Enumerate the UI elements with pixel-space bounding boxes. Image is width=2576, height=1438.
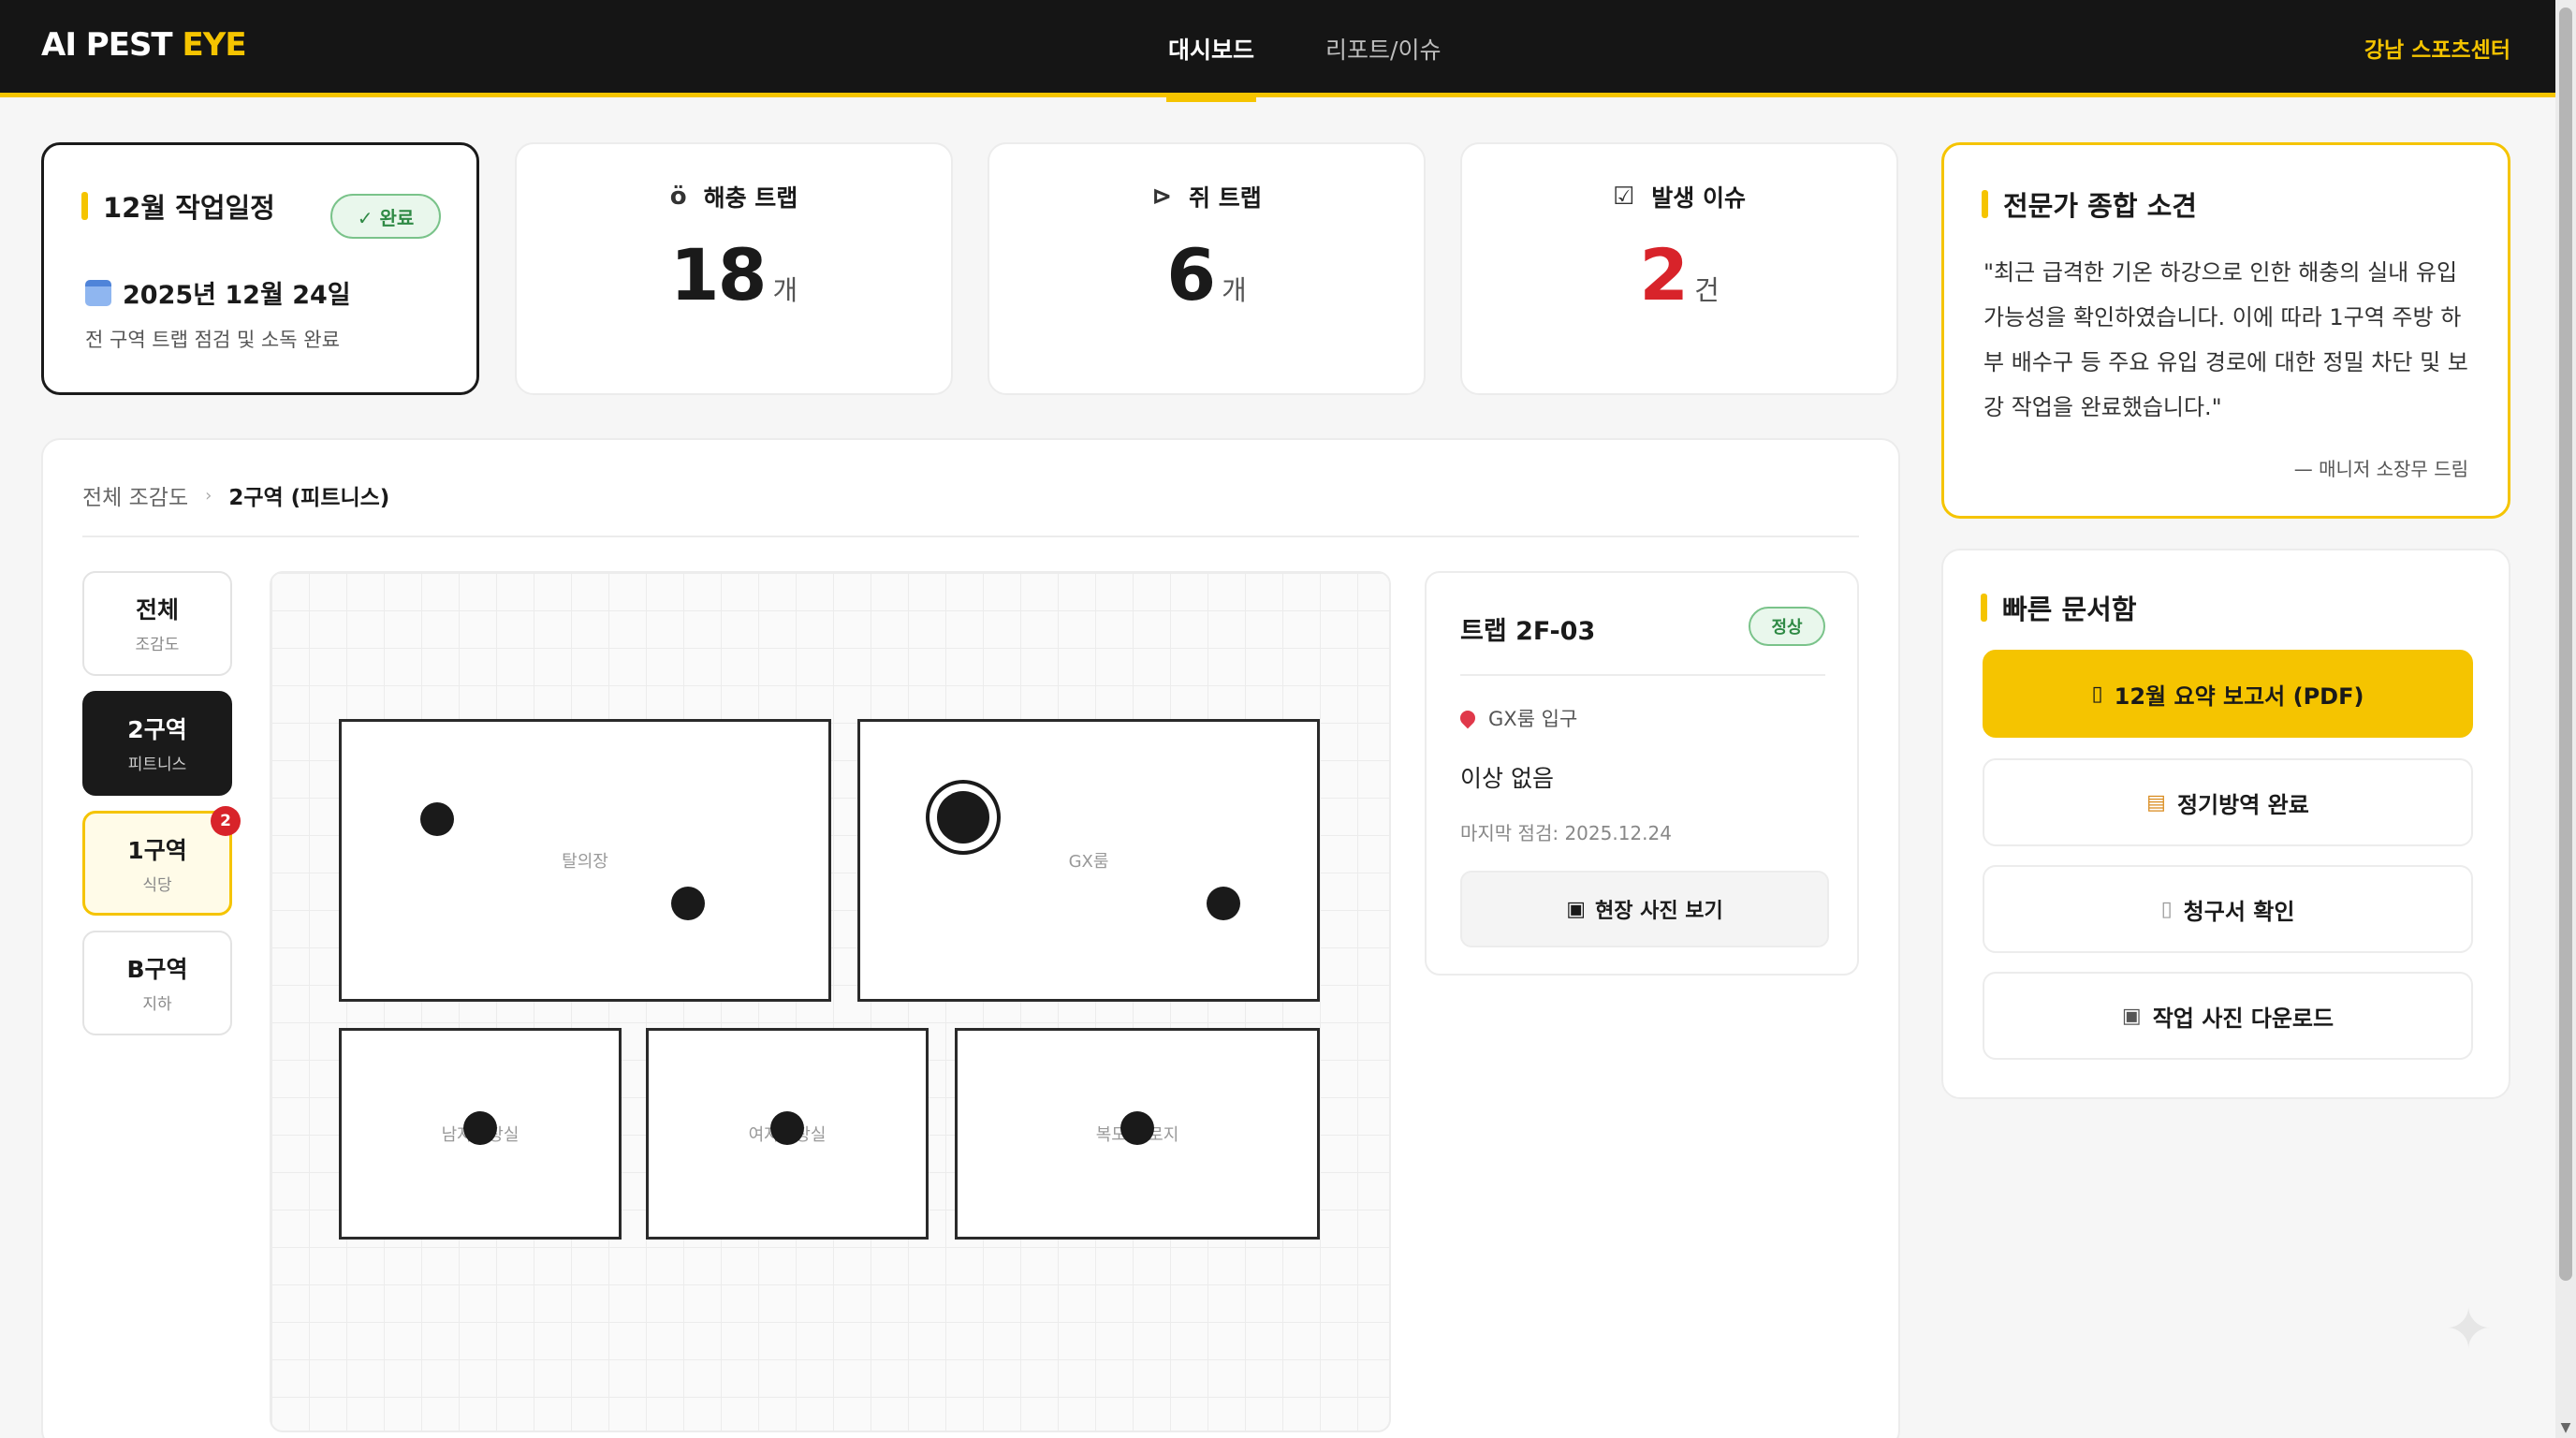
trap-marker[interactable] <box>420 802 454 836</box>
breadcrumb-current: 2구역 (피트니스) <box>228 486 390 510</box>
mouse-icon: ⊳ <box>1151 183 1173 211</box>
room-locker[interactable]: 탈의장 <box>339 719 831 1002</box>
expert-title: 전문가 종합 소견 <box>1982 184 2197 224</box>
issue-count-badge: 2 <box>211 806 241 836</box>
expert-text: "최근 급격한 기온 하강으로 인한 해충의 실내 유입 가능성을 확인하였습니… <box>1983 259 2468 420</box>
invoice-icon: ▯ <box>2160 897 2173 921</box>
camera-icon: ▣ <box>2121 1004 2142 1028</box>
trap-marker[interactable] <box>770 1111 804 1145</box>
nav-dashboard[interactable]: 대시보드 <box>1133 0 1290 102</box>
room-men-restroom[interactable]: 남자화장실 <box>339 1028 622 1240</box>
stat-unit: 건 <box>1694 274 1720 306</box>
scrollbar-thumb[interactable] <box>2559 7 2572 1281</box>
trap-marker[interactable] <box>671 887 705 920</box>
breadcrumb-separator: › <box>205 485 212 506</box>
floor-map-card: 전체 조감도 › 2구역 (피트니스) 전체 조감도 2구역 피트니스 1구역 … <box>41 438 1900 1438</box>
trap-title: 트랩 2F-03 <box>1460 617 1596 646</box>
main-nav: 대시보드 리포트/이슈 <box>1133 0 1476 102</box>
bug-icon: ö <box>669 183 687 211</box>
top-bar: AI PEST EYE 대시보드 리포트/이슈 강남 스포츠센터 <box>0 0 2555 102</box>
stat-value: 18 <box>669 233 768 316</box>
stat-unit: 개 <box>1222 274 1247 306</box>
last-inspection: 마지막 점검: 2025.12.24 <box>1460 822 1672 844</box>
room-gx[interactable]: GX룸 <box>857 719 1320 1002</box>
expert-opinion-card: 전문가 종합 소견 "최근 급격한 기온 하강으로 인한 해충의 실내 유입 가… <box>1941 142 2510 519</box>
divider <box>1460 674 1825 676</box>
zone-tab-b[interactable]: B구역 지하 <box>82 931 232 1035</box>
title-accent-bar <box>1981 594 1987 622</box>
quick-docs-card: 빠른 문서함 ▯ 12월 요약 보고서 (PDF) ▤ 정기방역 완료 ▯ 청구… <box>1941 549 2510 1099</box>
zone-tab-1[interactable]: 1구역 식당 2 <box>82 806 241 916</box>
schedule-date: 2025년 12월 24일 <box>85 274 351 311</box>
schedule-card: 12월 작업일정 ✓ 완료 2025년 12월 24일 전 구역 트랩 점검 및… <box>41 142 479 395</box>
trap-location: GX룸 입구 <box>1456 704 1577 732</box>
trap-marker[interactable] <box>1120 1111 1154 1145</box>
page-scrollbar[interactable]: ▼ <box>2555 0 2576 1438</box>
site-name[interactable]: 강남 스포츠센터 <box>2364 32 2510 64</box>
stat-value: 6 <box>1166 233 1216 316</box>
breadcrumb-root[interactable]: 전체 조감도 <box>82 479 188 511</box>
camera-icon: ▣ <box>1566 897 1587 921</box>
app-logo[interactable]: AI PEST EYE <box>41 26 247 64</box>
room-hallway[interactable]: 복도 통로지 <box>955 1028 1320 1240</box>
logo-text: AI PEST <box>41 26 173 64</box>
logo-accent: EYE <box>182 26 246 64</box>
schedule-title: 12월 작업일정 <box>81 186 275 226</box>
zone-tab-all[interactable]: 전체 조감도 <box>82 571 232 676</box>
sparkle-icon: ✦ <box>2445 1297 2493 1362</box>
status-badge: 정상 <box>1749 607 1825 646</box>
stat-card-rat-trap[interactable]: ⊳ 쥐 트랩 6개 <box>988 142 1426 395</box>
checkbox-icon: ☑ <box>1612 183 1635 211</box>
trap-detail-card: 트랩 2F-03 정상 GX룸 입구 이상 없음 마지막 점검: 2025.12… <box>1425 571 1859 976</box>
trap-marker[interactable] <box>1207 887 1240 920</box>
divider <box>82 536 1859 537</box>
trap-status: 이상 없음 <box>1460 765 1554 792</box>
pin-icon <box>1456 707 1479 729</box>
view-photo-button[interactable]: ▣ 현장 사진 보기 <box>1460 871 1829 947</box>
scroll-down-icon[interactable]: ▼ <box>2557 1419 2574 1436</box>
expert-signature: — 매니저 소장무 드림 <box>2293 458 2468 480</box>
stat-value: 2 <box>1639 233 1689 316</box>
floor-plan: 탈의장 GX룸 남자화장실 여자화장실 복도 통로지 <box>270 571 1391 1432</box>
docs-title: 빠른 문서함 <box>1981 588 2137 627</box>
calendar-icon <box>85 279 111 306</box>
schedule-note: 전 구역 트랩 점검 및 소독 완료 <box>85 329 340 351</box>
stat-label: 쥐 트랩 <box>1189 184 1262 212</box>
trap-marker[interactable] <box>463 1111 497 1145</box>
photo-download-button[interactable]: ▣ 작업 사진 다운로드 <box>1983 972 2473 1060</box>
stat-card-insect-trap[interactable]: ö 해충 트랩 18 개 <box>515 142 953 395</box>
room-women-restroom[interactable]: 여자화장실 <box>646 1028 929 1240</box>
complete-badge: ✓ 완료 <box>330 194 441 239</box>
regular-service-button[interactable]: ▤ 정기방역 완료 <box>1983 758 2473 846</box>
nav-reports[interactable]: 리포트/이슈 <box>1290 0 1476 97</box>
scroll-icon: ▤ <box>2146 790 2166 814</box>
document-icon: ▯ <box>2091 682 2103 706</box>
invoice-button[interactable]: ▯ 청구서 확인 <box>1983 865 2473 953</box>
stat-card-issues[interactable]: ☑ 발생 이슈 2건 <box>1460 142 1898 395</box>
breadcrumb: 전체 조감도 › 2구역 (피트니스) <box>82 479 389 511</box>
title-accent-bar <box>1982 190 1988 218</box>
zone-tab-2[interactable]: 2구역 피트니스 <box>82 691 232 796</box>
stat-unit: 개 <box>772 274 798 306</box>
stat-label: 해충 트랩 <box>703 184 798 212</box>
trap-marker-selected[interactable] <box>937 791 989 844</box>
title-accent-bar <box>81 192 88 220</box>
stat-label: 발생 이슈 <box>1651 184 1747 212</box>
summary-report-button[interactable]: ▯ 12월 요약 보고서 (PDF) <box>1983 650 2473 738</box>
